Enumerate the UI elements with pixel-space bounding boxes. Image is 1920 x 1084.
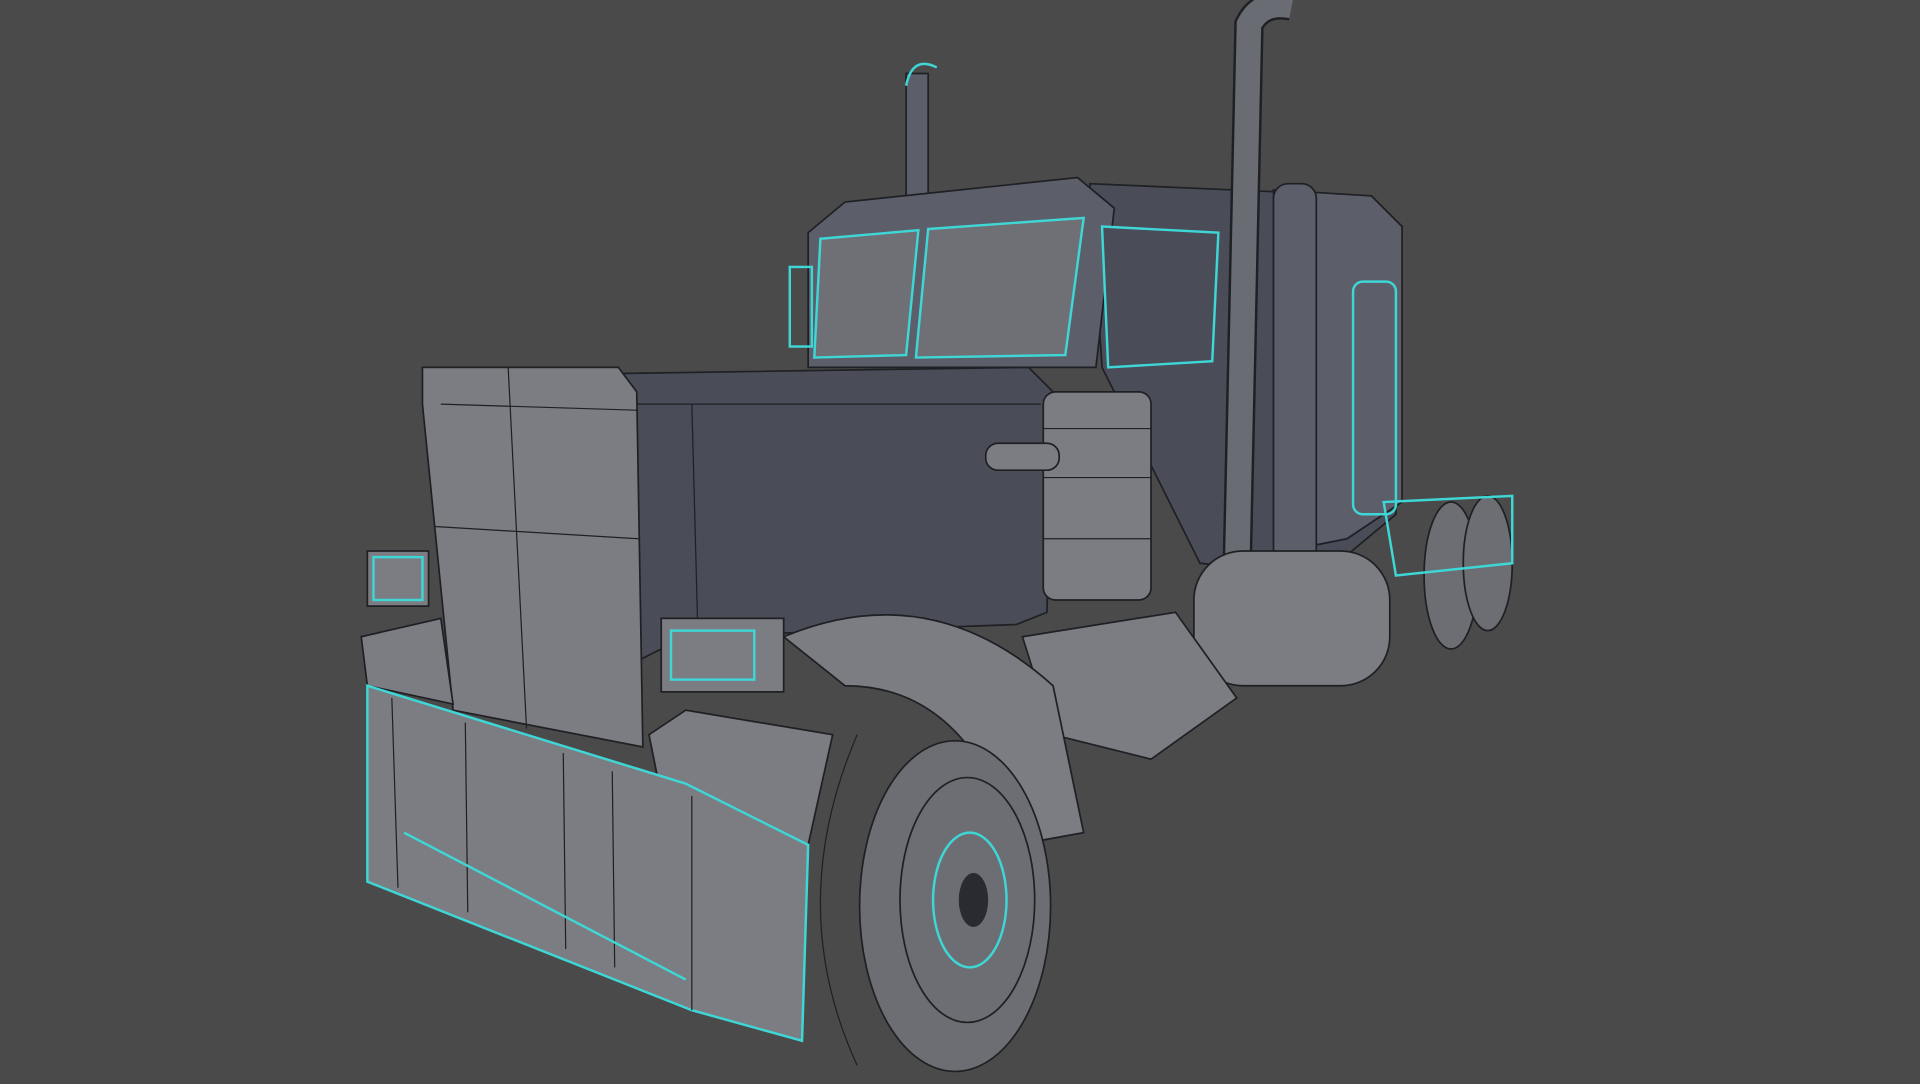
windshield-right bbox=[914, 216, 1086, 359]
3d-viewport[interactable] bbox=[0, 0, 1920, 1080]
windshield-left bbox=[812, 228, 920, 359]
truck-model bbox=[0, 0, 1920, 1080]
